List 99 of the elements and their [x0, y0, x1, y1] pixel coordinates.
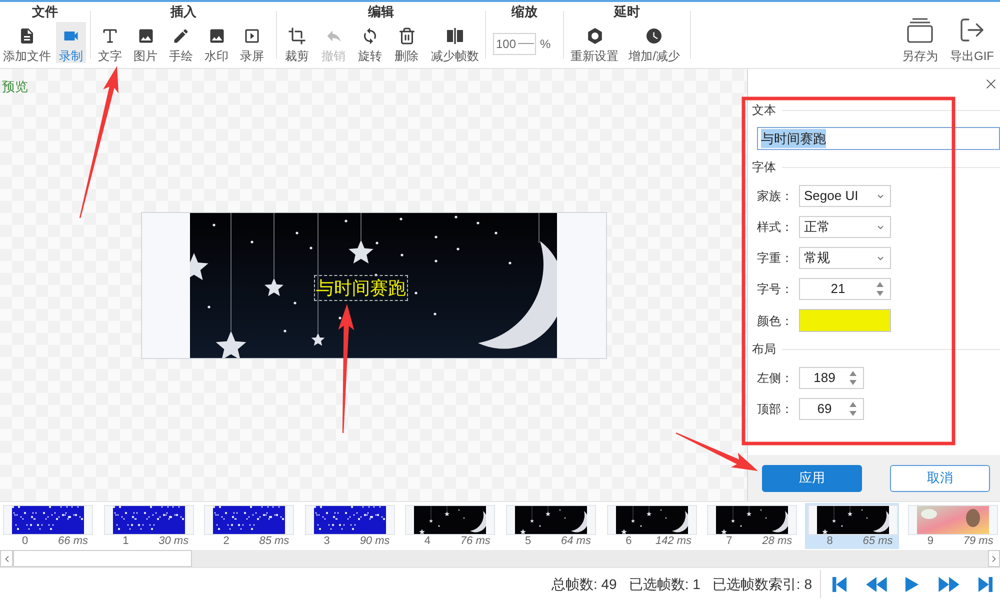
scroll-right-button[interactable] [988, 550, 1000, 567]
last-frame-button[interactable] [978, 576, 993, 592]
pencil-icon [172, 27, 190, 45]
toolbar-button[interactable]: 重新设置 [568, 22, 622, 63]
field-label: 字重： [757, 250, 794, 267]
scroll-left-button[interactable] [0, 550, 13, 567]
dropdown[interactable]: 正常 [799, 216, 891, 238]
play-button[interactable] [905, 576, 919, 592]
total-frames-text: 总帧数: 49 [551, 574, 617, 594]
frame-delay: 76 ms [460, 535, 490, 548]
spin-arrows-icon [849, 401, 857, 417]
frame-delay: 30 ms [158, 535, 189, 548]
group-title: 缩放 [510, 3, 538, 21]
field-label: 颜色： [757, 312, 794, 330]
section-title: 文本 [752, 103, 776, 117]
frame-delay: 79 ms [963, 535, 994, 548]
frame-index: 5 [524, 535, 532, 548]
dropdown[interactable]: Segoe UI [799, 185, 891, 207]
slider-line-icon [518, 43, 534, 45]
field-label: 字号： [757, 281, 794, 298]
toolbar-button[interactable]: 删除 [392, 22, 422, 63]
frame-delay: 142 ms [655, 535, 692, 548]
group-title: 文件 [31, 3, 59, 21]
group-title: 编辑 [366, 3, 395, 21]
frame-delay: 90 ms [360, 535, 390, 548]
frame-index: 2 [223, 535, 230, 548]
toolbar-button[interactable]: 旋转 [355, 22, 385, 63]
image-icon [136, 27, 154, 45]
toolbar-button[interactable]: 水印 [202, 22, 232, 63]
selected-index-text: 已选帧数索引: 8 [712, 574, 812, 594]
toolbar-button[interactable]: 录屏 [237, 22, 267, 63]
spin-arrows-icon [876, 281, 884, 297]
toolbar-button[interactable]: 添加文件 [0, 22, 54, 63]
export-icon [958, 16, 986, 44]
first-frame-icon [832, 576, 847, 592]
frame-index: 3 [324, 535, 330, 548]
frame-index: 1 [122, 535, 129, 548]
group-title: 插入 [169, 3, 198, 21]
section-title: 布局 [752, 342, 776, 356]
frame-index: 4 [424, 535, 430, 548]
toolbar-button[interactable]: 增加/减少 [626, 22, 684, 63]
preview-label: 预览 [2, 79, 28, 94]
toolbar-button[interactable]: 导出GIF [948, 2, 996, 68]
frame-index: 9 [927, 535, 934, 548]
spin-arrows-icon [849, 370, 857, 386]
play-icon [905, 576, 919, 592]
frame-delay: 85 ms [259, 535, 290, 548]
toolbar-button[interactable]: 手绘 [166, 22, 196, 63]
slideshow-icon [243, 27, 261, 45]
apply-button[interactable]: 应用 [762, 464, 862, 492]
dropdown[interactable]: 常规 [799, 247, 891, 269]
frame-index: 0 [22, 535, 28, 548]
crop-icon [288, 27, 306, 45]
selected-count-text: 已选帧数: 1 [628, 574, 700, 594]
field-label: 左侧： [757, 370, 794, 387]
text-layer[interactable]: 与时间赛跑 [314, 275, 408, 301]
scrollbar-thumb[interactable] [13, 550, 192, 567]
frame-delay: 65 ms [862, 535, 893, 548]
toolbar-button[interactable]: 减少帧数 [428, 22, 482, 63]
text-input[interactable]: 与时间赛跑 [757, 127, 1000, 150]
text-icon [101, 27, 119, 45]
number-field[interactable]: 21 [799, 278, 891, 300]
starfield-drawing [12, 506, 84, 534]
toolbar-button[interactable]: 裁剪 [282, 22, 312, 63]
number-field[interactable]: 189 [799, 367, 864, 389]
trash-icon [398, 27, 416, 45]
frame-index: 8 [826, 535, 833, 548]
zoom-unit: % [540, 36, 551, 53]
stack-icon [906, 16, 934, 44]
field-label: 家族： [757, 188, 794, 205]
cancel-button[interactable]: 取消 [890, 464, 990, 492]
picture-icon [208, 27, 226, 45]
frame-index: 6 [626, 535, 632, 548]
last-frame-icon [978, 576, 993, 592]
rewind-icon [866, 576, 886, 592]
first-frame-button[interactable] [832, 576, 847, 592]
document-icon [18, 27, 36, 45]
field-label: 样式： [757, 219, 794, 236]
color-picker-button[interactable] [799, 309, 891, 332]
section-title: 字体 [752, 160, 776, 174]
clock-icon [645, 27, 664, 45]
frame-delay: 28 ms [762, 535, 792, 548]
toolbar-button[interactable]: 文字 [95, 22, 125, 63]
toolbar-button[interactable]: 另存为 [900, 2, 940, 68]
previous-button[interactable] [866, 576, 886, 592]
frame-delay: 66 ms [58, 535, 88, 548]
frame-index: 7 [726, 535, 732, 548]
ring-icon [586, 27, 604, 45]
field-label: 顶部： [757, 401, 794, 418]
number-field[interactable]: 69 [799, 398, 864, 420]
split-bars-icon [446, 27, 464, 45]
fast-forward-icon [938, 576, 960, 592]
next-button[interactable] [938, 576, 960, 592]
frame-item[interactable]: 8 65 ms [804, 503, 899, 549]
rotate-icon [361, 27, 379, 45]
frame-delay: 64 ms [561, 535, 591, 548]
toolbar-button[interactable]: 图片 [130, 22, 160, 63]
zoom-field[interactable]: 100 [493, 33, 536, 55]
group-title: 延时 [612, 3, 641, 21]
